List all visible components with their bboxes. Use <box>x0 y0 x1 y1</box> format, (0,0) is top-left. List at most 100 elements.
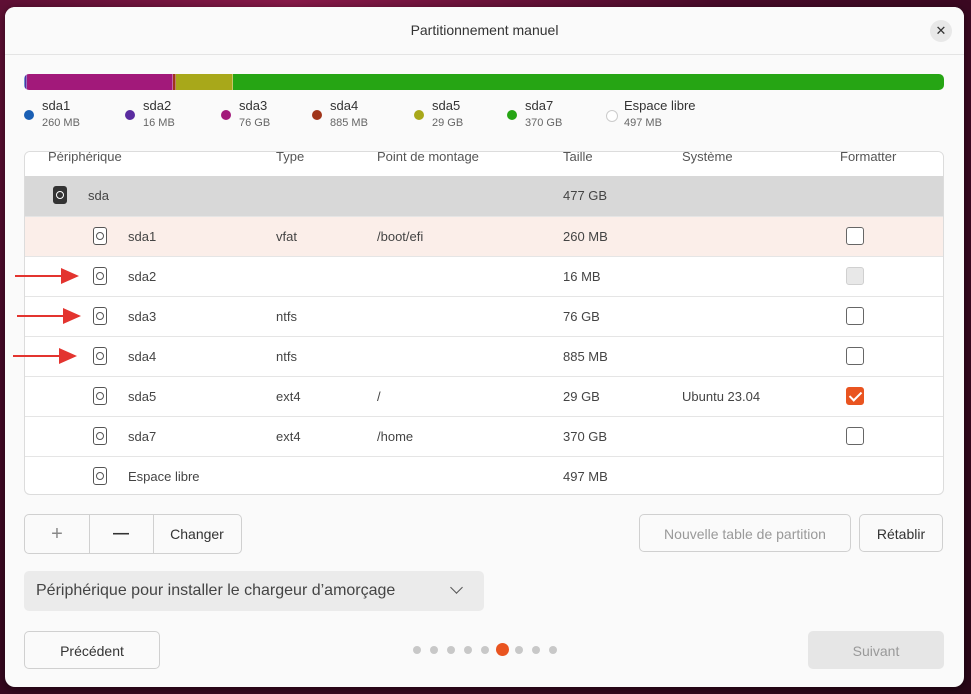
legend-name: sda3 <box>239 98 268 113</box>
legend-name: sda4 <box>330 98 359 113</box>
legend-size: 497 MB <box>624 117 662 129</box>
legend-size: 16 MB <box>143 117 175 129</box>
table-header: Périphérique Type Point de montage Taill… <box>25 152 943 176</box>
usage-segment-sda7 <box>232 74 944 90</box>
header-size[interactable]: Taille <box>563 152 593 164</box>
bootloader-device-dropdown[interactable]: Périphérique pour installer le chargeur … <box>24 571 484 611</box>
partition-name: sda3 <box>128 309 157 324</box>
partition-row-sda7[interactable]: sda7 ext4/home 370 GB <box>25 416 943 457</box>
legend-name: sda5 <box>432 98 461 113</box>
partition-size: 497 MB <box>563 469 608 484</box>
partition-actions: + — Changer <box>24 514 242 554</box>
usage-segment-sda3 <box>26 74 174 90</box>
partition-row-sda1[interactable]: sda1 vfat/boot/efi 260 MB <box>25 216 943 257</box>
partition-name: sda5 <box>128 389 157 404</box>
legend-size: 885 MB <box>330 117 368 129</box>
partition-table: Périphérique Type Point de montage Taill… <box>24 151 944 495</box>
partition-name: sda1 <box>128 229 157 244</box>
partition-icon <box>93 307 107 325</box>
header-format[interactable]: Formatter <box>840 152 896 164</box>
format-checkbox[interactable] <box>846 427 864 445</box>
device-row-sda[interactable]: sda 477 GB <box>25 176 943 216</box>
partition-icon <box>93 427 107 445</box>
change-partition-button[interactable]: Changer <box>153 515 241 553</box>
next-button[interactable]: Suivant <box>808 631 944 669</box>
new-partition-table-button[interactable]: Nouvelle table de partition <box>639 514 851 552</box>
header-device[interactable]: Périphérique <box>48 152 122 164</box>
step-dot <box>464 646 472 654</box>
format-checkbox[interactable] <box>846 227 864 245</box>
step-dot-active <box>496 643 509 656</box>
bootloader-label: Périphérique pour installer le chargeur … <box>36 582 396 599</box>
partition-size: 76 GB <box>563 309 600 324</box>
legend-color-swatch <box>24 110 34 120</box>
legend-name: sda7 <box>525 98 554 113</box>
step-dot <box>515 646 523 654</box>
partition-row-espace-libre[interactable]: Espace libre 497 MB <box>25 456 943 494</box>
format-checkbox[interactable] <box>846 387 864 405</box>
disk-usage-bar <box>24 74 944 90</box>
red-arrow-annotation <box>13 348 77 364</box>
add-partition-button[interactable]: + <box>25 515 90 553</box>
usage-segment-sda5 <box>176 74 233 90</box>
partition-name: sda2 <box>128 269 157 284</box>
legend-color-swatch <box>312 110 322 120</box>
format-checkbox <box>846 267 864 285</box>
partition-icon <box>93 347 107 365</box>
partition-mount: / <box>377 389 381 404</box>
legend-size: 29 GB <box>432 117 464 129</box>
close-icon[interactable]: ✕ <box>930 20 952 42</box>
step-dot <box>481 646 489 654</box>
partition-icon <box>93 467 107 485</box>
partition-system: Ubuntu 23.04 <box>682 389 761 404</box>
device-name: sda <box>88 188 109 203</box>
header-type[interactable]: Type <box>276 152 304 164</box>
legend-name: sda2 <box>143 98 172 113</box>
partition-name: Espace libre <box>128 469 200 484</box>
partition-type: ext4 <box>276 429 301 444</box>
partition-size: 260 MB <box>563 229 608 244</box>
remove-partition-button[interactable]: — <box>89 515 154 553</box>
partition-size: 885 MB <box>563 349 608 364</box>
legend-name: Espace libre <box>624 98 696 113</box>
partition-size: 16 MB <box>563 269 601 284</box>
disk-icon <box>53 186 67 204</box>
partition-size: 370 GB <box>563 429 608 444</box>
format-checkbox[interactable] <box>846 307 864 325</box>
partition-mount: /boot/efi <box>377 229 424 244</box>
partition-type: vfat <box>276 229 297 244</box>
partition-row-sda2[interactable]: sda2 16 MB <box>25 256 943 297</box>
partition-dialog: Partitionnement manuel ✕ sda1 260 MB sda2 1… <box>5 7 964 687</box>
step-dot <box>413 646 421 654</box>
legend-name: sda1 <box>42 98 71 113</box>
legend-color-swatch <box>606 110 618 122</box>
red-arrow-annotation <box>15 268 79 284</box>
format-checkbox[interactable] <box>846 347 864 365</box>
partition-type: ntfs <box>276 349 297 364</box>
chevron-down-icon <box>450 581 463 594</box>
revert-button[interactable]: Rétablir <box>859 514 943 552</box>
device-size: 477 GB <box>563 188 608 203</box>
partition-row-sda3[interactable]: sda3 ntfs 76 GB <box>25 296 943 337</box>
partition-mount: /home <box>377 429 414 444</box>
legend-size: 76 GB <box>239 117 271 129</box>
step-dot <box>430 646 438 654</box>
legend-color-swatch <box>125 110 135 120</box>
partition-type: ntfs <box>276 309 297 324</box>
window-title: Partitionnement manuel <box>410 22 559 38</box>
partition-row-sda4[interactable]: sda4 ntfs 885 MB <box>25 336 943 377</box>
partition-icon <box>93 227 107 245</box>
partition-size: 29 GB <box>563 389 600 404</box>
partition-type: ext4 <box>276 389 301 404</box>
legend-color-swatch <box>414 110 424 120</box>
partition-name: sda4 <box>128 349 157 364</box>
step-dot <box>447 646 455 654</box>
red-arrow-annotation <box>17 308 81 324</box>
partition-name: sda7 <box>128 429 157 444</box>
legend-size: 370 GB <box>525 117 563 129</box>
header-mount[interactable]: Point de montage <box>377 152 479 164</box>
partition-row-sda5[interactable]: sda5 ext4 / 29 GB Ubuntu 23.04 <box>25 376 943 417</box>
previous-button[interactable]: Précédent <box>24 631 160 669</box>
partition-icon <box>93 267 107 285</box>
header-system[interactable]: Système <box>682 152 733 164</box>
